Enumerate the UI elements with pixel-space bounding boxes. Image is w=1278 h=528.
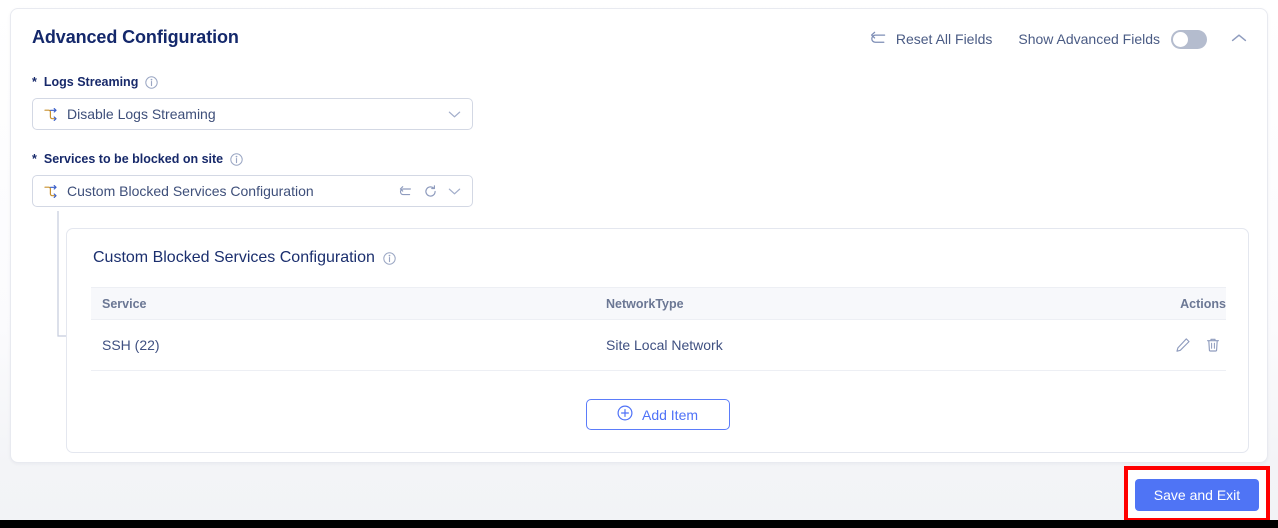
header-actions: Reset All Fields Show Advanced Fields [870,27,1249,51]
cell-actions [1154,337,1226,353]
show-advanced-fields-label: Show Advanced Fields [1018,31,1160,47]
field-services-blocked: * Services to be blocked on site Custom … [32,152,473,207]
page-background: Advanced Configuration Reset All Fields … [0,0,1278,528]
undo-arrow-icon [870,30,888,48]
field-services-blocked-label: * Services to be blocked on site [32,152,473,166]
add-item-button[interactable]: Add Item [585,399,730,430]
select-trailing-icons [448,110,461,119]
row-action-buttons [1154,337,1226,353]
field-label-text: Services to be blocked on site [43,152,224,166]
trash-icon[interactable] [1205,337,1221,353]
required-marker: * [32,75,37,89]
toggle-knob [1173,31,1188,47]
reset-all-fields-button[interactable]: Reset All Fields [870,30,992,48]
reset-all-fields-label: Reset All Fields [895,31,993,47]
column-header-service: Service [102,296,147,311]
branch-icon [43,107,58,122]
chevron-up-icon [1231,30,1247,48]
advanced-configuration-card: Advanced Configuration Reset All Fields … [10,8,1268,463]
info-icon[interactable] [230,152,243,166]
blocked-services-table: Service NetworkType Actions SSH (22) Sit… [91,287,1226,371]
add-item-label: Add Item [641,406,699,423]
card-header: Advanced Configuration Reset All Fields … [11,9,1267,71]
column-header-networktype: NetworkType [606,296,684,311]
select-trailing-icons [399,184,461,198]
page-title: Advanced Configuration [32,27,239,47]
collapse-section-button[interactable] [1229,29,1249,49]
services-blocked-select[interactable]: Custom Blocked Services Configuration [32,175,473,207]
chevron-down-icon[interactable] [448,187,461,196]
refresh-icon[interactable] [424,184,437,198]
pencil-icon[interactable] [1175,337,1191,353]
field-logs-streaming: * Logs Streaming Disable Logs Streaming [32,75,473,130]
field-logs-streaming-label: * Logs Streaming [32,75,473,89]
cell-service: SSH (22) [102,337,160,353]
cell-networktype: Site Local Network [606,337,723,353]
undo-arrow-icon[interactable] [399,185,413,197]
field-label-text: Logs Streaming [43,75,139,89]
inner-panel-title-text: Custom Blocked Services Configuration [93,249,375,266]
table-header-row: Service NetworkType Actions [91,287,1226,320]
branch-icon [43,184,58,199]
chevron-down-icon[interactable] [448,110,461,119]
info-icon[interactable] [145,75,159,89]
show-advanced-fields-toggle[interactable] [1171,29,1207,49]
inner-panel-title: Custom Blocked Services Configuration [93,249,396,267]
custom-blocked-services-panel: Custom Blocked Services Configuration Se… [66,228,1249,453]
logs-streaming-select[interactable]: Disable Logs Streaming [32,98,473,130]
services-blocked-value: Custom Blocked Services Configuration [67,183,314,199]
required-marker: * [32,152,37,166]
plus-circle-icon [617,405,633,424]
column-header-actions: Actions [1180,296,1226,311]
info-icon[interactable] [383,251,396,265]
logs-streaming-value: Disable Logs Streaming [67,106,216,122]
save-and-exit-button[interactable]: Save and Exit [1135,479,1259,511]
table-row: SSH (22) Site Local Network [91,320,1226,371]
bottom-black-strip [0,520,1278,528]
add-item-container: Add Item [67,399,1248,430]
